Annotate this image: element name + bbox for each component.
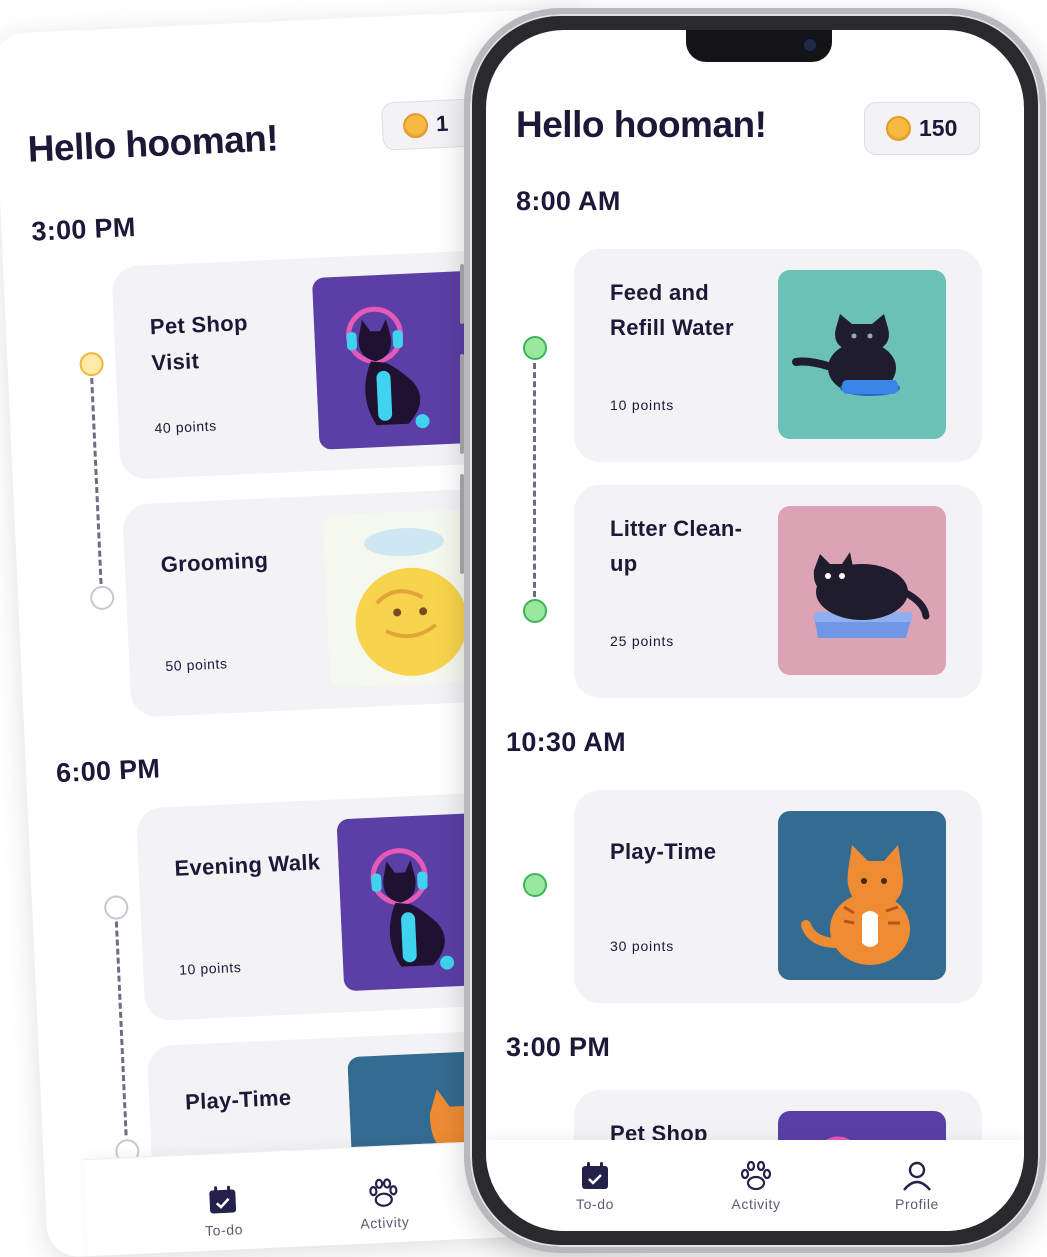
coin-icon bbox=[886, 116, 911, 141]
time-heading: 3:00 PM bbox=[30, 211, 137, 247]
tab-label: To-do bbox=[575, 1196, 615, 1212]
volume-up-button bbox=[460, 264, 464, 324]
timeline-node bbox=[89, 585, 115, 611]
task-points: 10 points bbox=[610, 397, 675, 413]
notch bbox=[686, 30, 832, 62]
bottom-tab-bar: To-do Activity bbox=[486, 1140, 1024, 1231]
paw-icon bbox=[740, 1160, 772, 1191]
tab-activity[interactable]: Activity bbox=[706, 1160, 806, 1212]
task-title: Pet Shop Visit bbox=[149, 309, 249, 376]
timeline-connector bbox=[533, 363, 536, 597]
calendar-check-icon bbox=[582, 1162, 608, 1189]
coin-balance[interactable]: 150 bbox=[864, 102, 980, 155]
timeline-connector bbox=[114, 921, 128, 1136]
volume-down-button bbox=[460, 354, 464, 454]
tab-activity[interactable]: Activity bbox=[338, 1175, 430, 1233]
phone-frame: Hello hooman! 150 8:00 AM Feed and Refil… bbox=[460, 8, 1046, 1253]
orange-cat-illustration bbox=[778, 811, 946, 980]
tab-label: Activity bbox=[731, 1196, 781, 1212]
tab-to-do[interactable]: To-do bbox=[177, 1182, 269, 1240]
tab-label: To-do bbox=[204, 1221, 244, 1239]
timeline-node-done bbox=[523, 873, 547, 897]
task-title: Play-Time bbox=[184, 1084, 292, 1115]
timeline-node-current bbox=[79, 351, 105, 377]
timeline-node-done bbox=[523, 599, 547, 623]
task-points: 30 points bbox=[610, 938, 675, 954]
task-title: Play-Time bbox=[610, 839, 717, 864]
task-title: Evening Walk bbox=[173, 849, 321, 881]
calendar-check-icon bbox=[209, 1185, 237, 1214]
task-title: Litter Clean-up bbox=[610, 516, 743, 576]
task-points: 40 points bbox=[154, 417, 218, 437]
time-heading: 10:30 AM bbox=[506, 727, 626, 757]
task-title: Feed and Refill Water bbox=[610, 280, 734, 340]
task-points: 10 points bbox=[178, 958, 242, 978]
task-card[interactable]: Feed and Refill Water 10 points bbox=[574, 249, 982, 462]
timeline-node-done bbox=[523, 336, 547, 360]
task-points: 25 points bbox=[610, 633, 675, 649]
coin-count: 150 bbox=[919, 115, 958, 141]
tab-label: Activity bbox=[359, 1213, 410, 1232]
greeting-heading: Hello hooman! bbox=[26, 117, 279, 170]
paw-icon bbox=[369, 1178, 398, 1207]
coin-count: 1 bbox=[435, 110, 449, 137]
task-points: 50 points bbox=[164, 655, 228, 675]
task-card[interactable]: Play-Time 30 points bbox=[574, 790, 982, 1003]
tab-to-do[interactable]: To-do bbox=[545, 1160, 645, 1212]
black-cat-at-bowl-illustration bbox=[778, 270, 946, 439]
side-button bbox=[460, 474, 464, 574]
todo-list: Hello hooman! 150 8:00 AM Feed and Refil… bbox=[486, 30, 1024, 1231]
tab-label: Profile bbox=[895, 1196, 939, 1212]
app-screen: Hello hooman! 150 8:00 AM Feed and Refil… bbox=[486, 30, 1024, 1231]
timeline-node bbox=[103, 894, 129, 921]
time-heading: 3:00 PM bbox=[506, 1032, 611, 1062]
task-card[interactable]: Litter Clean-up 25 points bbox=[574, 485, 982, 698]
timeline-connector bbox=[90, 378, 103, 584]
task-title: Grooming bbox=[160, 547, 269, 578]
greeting-heading: Hello hooman! bbox=[516, 104, 767, 145]
camera-icon bbox=[802, 37, 818, 53]
black-cat-in-litter-box-illustration bbox=[778, 506, 946, 675]
user-icon bbox=[903, 1161, 931, 1191]
coin-icon bbox=[402, 112, 429, 139]
time-heading: 6:00 PM bbox=[55, 753, 161, 789]
tab-profile[interactable]: Profile bbox=[867, 1160, 967, 1212]
time-heading: 8:00 AM bbox=[516, 186, 621, 216]
